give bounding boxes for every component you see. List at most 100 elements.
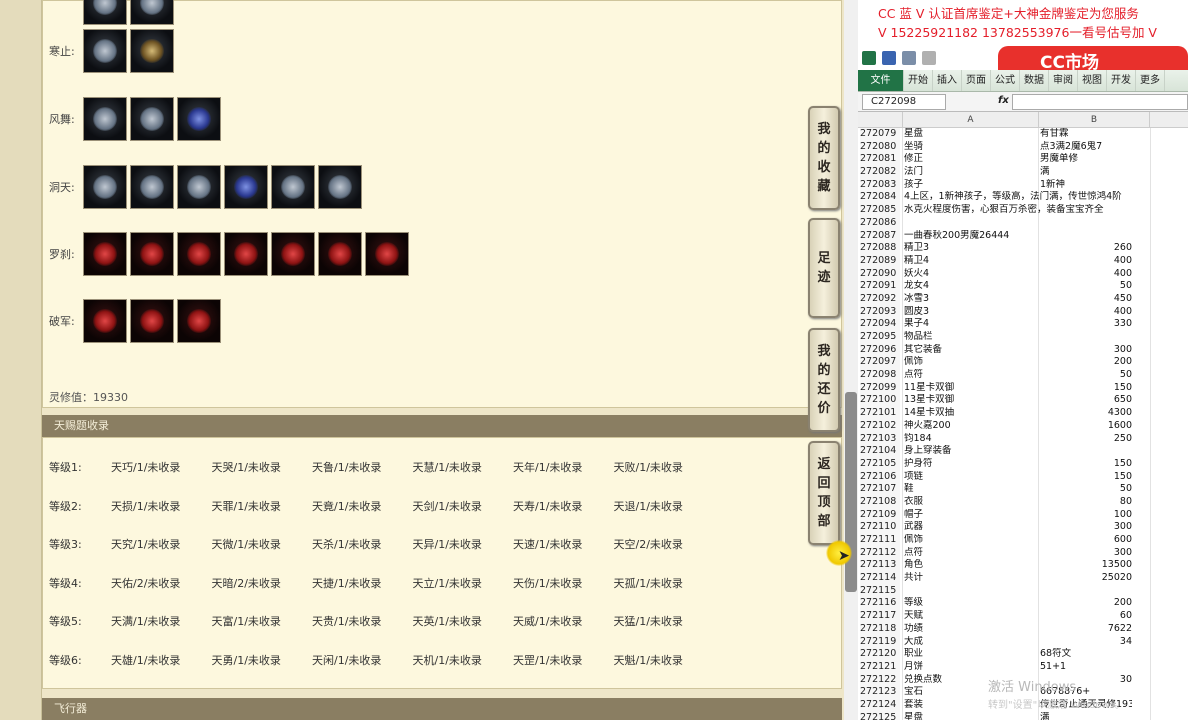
redo-icon[interactable] xyxy=(922,51,936,65)
name-box[interactable]: C272098 xyxy=(862,94,946,110)
sheet-row[interactable]: 272105 护身符 150 xyxy=(858,457,1188,471)
ribbon-tab[interactable]: 更多 xyxy=(1136,70,1165,91)
column-a-header[interactable]: A xyxy=(902,112,1038,128)
cell-b[interactable]: 150 xyxy=(1040,382,1132,395)
cell-b[interactable]: 25020 xyxy=(1040,572,1132,585)
sheet-row[interactable]: 272096 其它装备 300 xyxy=(858,343,1188,357)
sheet-row[interactable]: 272119 大成 34 xyxy=(858,635,1188,649)
sheet-row[interactable]: 272091 龙女4 50 xyxy=(858,280,1188,293)
row-number[interactable]: 272083 xyxy=(860,178,900,192)
row-number[interactable]: 272109 xyxy=(860,508,900,522)
cell-b[interactable]: 1600 xyxy=(1040,420,1132,433)
cell-b[interactable]: 300 xyxy=(1040,344,1132,357)
sheet-row[interactable]: 272118 功绩 7622 xyxy=(858,622,1188,636)
sheet-row[interactable]: 272088 精卫3 260 xyxy=(858,242,1188,255)
cell-b[interactable]: 有甘霖 xyxy=(1040,128,1132,141)
row-number[interactable]: 272088 xyxy=(860,242,900,255)
row-number[interactable]: 272120 xyxy=(860,648,900,661)
ribbon-tab[interactable]: 插入 xyxy=(933,70,962,91)
function-icon[interactable]: fx xyxy=(998,95,1009,106)
cell-b[interactable]: 50 xyxy=(1040,483,1132,496)
column-b-header[interactable]: B xyxy=(1038,112,1150,128)
row-number[interactable]: 272108 xyxy=(860,495,900,509)
row-number[interactable]: 272091 xyxy=(860,280,900,293)
row-number[interactable]: 272100 xyxy=(860,394,900,408)
equipment-item-icon[interactable] xyxy=(130,165,174,209)
cell-a[interactable]: 身上穿装备 xyxy=(904,445,1144,458)
row-number[interactable]: 272092 xyxy=(860,292,900,306)
row-number[interactable]: 272099 xyxy=(860,381,900,395)
equipment-item-icon[interactable] xyxy=(177,299,221,343)
cell-b[interactable]: 80 xyxy=(1040,496,1132,509)
row-number[interactable]: 272095 xyxy=(860,331,900,344)
ribbon-tab[interactable]: 开发 xyxy=(1107,70,1136,91)
equipment-item-icon[interactable] xyxy=(224,165,268,209)
cell-b[interactable]: 点3满2魔6鬼7 xyxy=(1040,141,1132,154)
sheet-row[interactable]: 272102 神火嘉200 1600 xyxy=(858,419,1188,433)
row-number[interactable]: 272125 xyxy=(860,711,900,720)
tab-back-to-top[interactable]: 返回顶部 xyxy=(808,441,840,545)
row-number[interactable]: 272093 xyxy=(860,305,900,319)
sheet-row[interactable]: 272104 身上穿装备 xyxy=(858,445,1188,458)
row-number[interactable]: 272105 xyxy=(860,457,900,471)
cell-b[interactable]: 男魔单修 xyxy=(1040,153,1132,166)
sheet-row[interactable]: 272086 xyxy=(858,216,1188,230)
sheet-row[interactable]: 272095 物品栏 xyxy=(858,331,1188,344)
row-number[interactable]: 272082 xyxy=(860,166,900,179)
equipment-item-icon[interactable] xyxy=(130,0,174,25)
equipment-item-icon[interactable] xyxy=(177,97,221,141)
tab-my-collection[interactable]: 我的收藏 xyxy=(808,106,840,210)
row-number[interactable]: 272096 xyxy=(860,343,900,357)
tab-my-offer[interactable]: 我的还价 xyxy=(808,328,840,432)
row-number[interactable]: 272089 xyxy=(860,254,900,268)
row-number[interactable]: 272113 xyxy=(860,559,900,573)
row-number[interactable]: 272122 xyxy=(860,673,900,687)
cell-b[interactable]: 1新神 xyxy=(1040,179,1132,192)
cell-b[interactable]: 51+1 xyxy=(1040,661,1132,674)
sheet-row[interactable]: 272120 职业 68符文 xyxy=(858,648,1188,661)
cell-b[interactable]: 50 xyxy=(1040,369,1132,382)
cell-a[interactable]: 物品栏 xyxy=(904,331,1144,344)
equipment-item-icon[interactable] xyxy=(83,97,127,141)
sheet-row[interactable]: 272125 星盘满 xyxy=(858,711,1188,720)
sheet-row[interactable]: 272101 14星卡双抽 4300 xyxy=(858,407,1188,420)
sheet-row[interactable]: 272097 佩饰 200 xyxy=(858,356,1188,370)
sheet-row[interactable]: 272103 钧184 250 xyxy=(858,432,1188,446)
equipment-item-icon[interactable] xyxy=(130,97,174,141)
row-number[interactable]: 272098 xyxy=(860,369,900,382)
equipment-item-icon[interactable] xyxy=(177,165,221,209)
save-icon[interactable] xyxy=(882,51,896,65)
row-number[interactable]: 272106 xyxy=(860,470,900,484)
row-number[interactable]: 272094 xyxy=(860,318,900,332)
sheet-row[interactable]: 272083 孩子 1新神 xyxy=(858,178,1188,192)
equipment-item-icon[interactable] xyxy=(83,299,127,343)
cell-b[interactable]: 400 xyxy=(1040,306,1132,319)
equipment-item-icon[interactable] xyxy=(271,165,315,209)
sheet-row[interactable]: 272079 星盘 有甘霖 xyxy=(858,128,1188,141)
equipment-item-icon[interactable] xyxy=(130,232,174,276)
row-number[interactable]: 272118 xyxy=(860,622,900,636)
ribbon-tab[interactable]: 文件 xyxy=(858,70,904,91)
equipment-item-icon[interactable] xyxy=(83,165,127,209)
row-number[interactable]: 272116 xyxy=(860,597,900,611)
row-number[interactable]: 272117 xyxy=(860,610,900,623)
row-number[interactable]: 272107 xyxy=(860,483,900,496)
cell-a[interactable]: 一曲春秋200男魔26444 xyxy=(904,230,1144,243)
row-number[interactable]: 272115 xyxy=(860,584,900,598)
ribbon-tab[interactable]: 审阅 xyxy=(1049,70,1078,91)
sheet-row[interactable]: 272094 果子4 330 xyxy=(858,318,1188,332)
sheet-row[interactable]: 272117 天赋 60 xyxy=(858,610,1188,623)
sheet-row[interactable]: 272090 妖火4 400 xyxy=(858,267,1188,281)
sheet-row[interactable]: 272108 衣服 80 xyxy=(858,495,1188,509)
row-number[interactable]: 272090 xyxy=(860,267,900,281)
cell-b[interactable]: 450 xyxy=(1040,293,1132,306)
row-number[interactable]: 272104 xyxy=(860,445,900,458)
page-scrollbar[interactable] xyxy=(844,0,858,720)
sheet-row[interactable]: 272110 武器 300 xyxy=(858,521,1188,535)
row-number[interactable]: 272101 xyxy=(860,407,900,420)
ribbon-tab[interactable]: 视图 xyxy=(1078,70,1107,91)
sheet-row[interactable]: 272100 13星卡双御 650 xyxy=(858,394,1188,408)
cell-b[interactable]: 200 xyxy=(1040,597,1132,610)
tab-footprint[interactable]: 足迹 xyxy=(808,218,840,318)
row-number[interactable]: 272111 xyxy=(860,534,900,547)
